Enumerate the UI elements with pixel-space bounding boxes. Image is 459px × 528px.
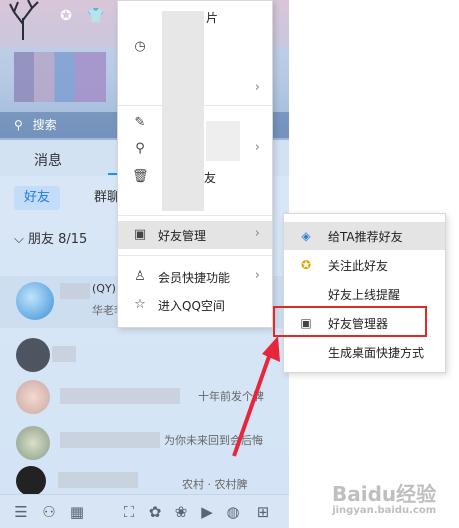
bottom-toolbar: ☰ ⚇ ▦ ⛶ ✿ ❀ ▶ ◍ ⊞ bbox=[0, 494, 289, 528]
main-menu-icon[interactable]: ☰ bbox=[12, 503, 30, 521]
chevron-right-icon: › bbox=[254, 80, 260, 95]
menu-item-online-reminder[interactable]: 好友上线提醒 bbox=[284, 280, 445, 308]
qzone-icon[interactable]: ✪ bbox=[56, 6, 76, 26]
pet-icon[interactable]: ✿ bbox=[146, 503, 164, 521]
menu-item-delete[interactable]: 🗑 友 bbox=[118, 163, 272, 191]
menu-item-user[interactable]: ⚲ › bbox=[118, 135, 272, 163]
follow-icon: ✪ bbox=[300, 258, 312, 272]
chevron-right-icon: › bbox=[254, 268, 260, 283]
annotation-arrow bbox=[232, 336, 280, 457]
subtab-friends[interactable]: 好友 bbox=[14, 186, 61, 210]
highlight-box bbox=[273, 306, 427, 337]
tree-silhouette-icon bbox=[9, 0, 39, 40]
avatar bbox=[16, 466, 46, 496]
recommend-friend-icon: ◈ bbox=[301, 229, 311, 243]
menu-item-history[interactable]: ◷ bbox=[118, 33, 272, 61]
chevron-down-icon: ⌵ bbox=[14, 232, 24, 247]
app-grid-icon[interactable]: ⊞ bbox=[254, 503, 272, 521]
app-manager-icon[interactable]: ▦ bbox=[68, 503, 86, 521]
menu-item-recommend-friend[interactable]: ◈ 给TA推荐好友 bbox=[284, 222, 445, 250]
avatar[interactable] bbox=[14, 52, 106, 102]
avatar bbox=[16, 426, 50, 460]
edit-icon: ✎ bbox=[134, 115, 146, 130]
menu-item-follow-friend[interactable]: ✪ 关注此好友 bbox=[284, 251, 445, 279]
friend-group-label: 朋友 8/15 bbox=[28, 232, 88, 247]
weiyun-icon[interactable]: ◍ bbox=[224, 503, 242, 521]
friend-management-submenu: ◈ 给TA推荐好友 ✪ 关注此好友 好友上线提醒 ▣ 好友管理器 生成桌面快捷方… bbox=[283, 213, 446, 373]
contact-card-icon: ▣ bbox=[133, 227, 147, 242]
game-icon[interactable]: ⛶ bbox=[120, 503, 138, 521]
clover-icon[interactable]: ❀ bbox=[172, 503, 190, 521]
search-placeholder: 搜索 bbox=[32, 118, 57, 132]
contact-context-menu: 片 ◷ › ✎ ⚲ › 🗑 友 ▣ 好友管理 › ♙ 会员快捷功能 › ☆ 进入… bbox=[117, 0, 273, 328]
contact-status: 农村 · 农村脾 bbox=[182, 478, 248, 491]
avatar bbox=[16, 338, 50, 372]
watermark-logo: Baidu经验 jingyan.baidu.com bbox=[332, 482, 437, 516]
add-friend-icon[interactable]: ⚇ bbox=[40, 503, 58, 521]
tab-messages[interactable]: 消息 bbox=[34, 150, 62, 170]
penguin-icon: ♙ bbox=[134, 269, 146, 284]
menu-item-fragment-label: 片 bbox=[206, 11, 219, 25]
star-icon: ☆ bbox=[134, 297, 146, 312]
menu-item-edit[interactable]: ✎ bbox=[118, 109, 272, 137]
chevron-right-icon: › bbox=[254, 140, 260, 155]
menu-item-blurred[interactable]: › bbox=[118, 75, 272, 103]
video-icon[interactable]: ▶ bbox=[198, 503, 216, 521]
friend-group-header[interactable]: ⌵ 朋友 8/15 bbox=[14, 228, 87, 247]
contact-name: (QY) bbox=[92, 282, 116, 295]
menu-item-friend-management[interactable]: ▣ 好友管理 › bbox=[118, 221, 272, 249]
menu-item-vip-shortcuts[interactable]: ♙ 会员快捷功能 › bbox=[118, 263, 272, 291]
search-icon: ⚲ bbox=[14, 118, 23, 132]
avatar bbox=[16, 380, 50, 414]
menu-item-qzone[interactable]: ☆ 进入QQ空间 bbox=[118, 291, 272, 319]
avatar bbox=[16, 282, 54, 320]
menu-item-desktop-shortcut[interactable]: 生成桌面快捷方式 bbox=[284, 338, 445, 366]
chevron-right-icon: › bbox=[254, 226, 260, 241]
delete-icon: 🗑 bbox=[132, 169, 149, 184]
user-icon: ⚲ bbox=[135, 141, 145, 156]
skin-shirt-icon[interactable]: 👕 bbox=[86, 6, 106, 26]
clock-icon: ◷ bbox=[134, 39, 146, 54]
